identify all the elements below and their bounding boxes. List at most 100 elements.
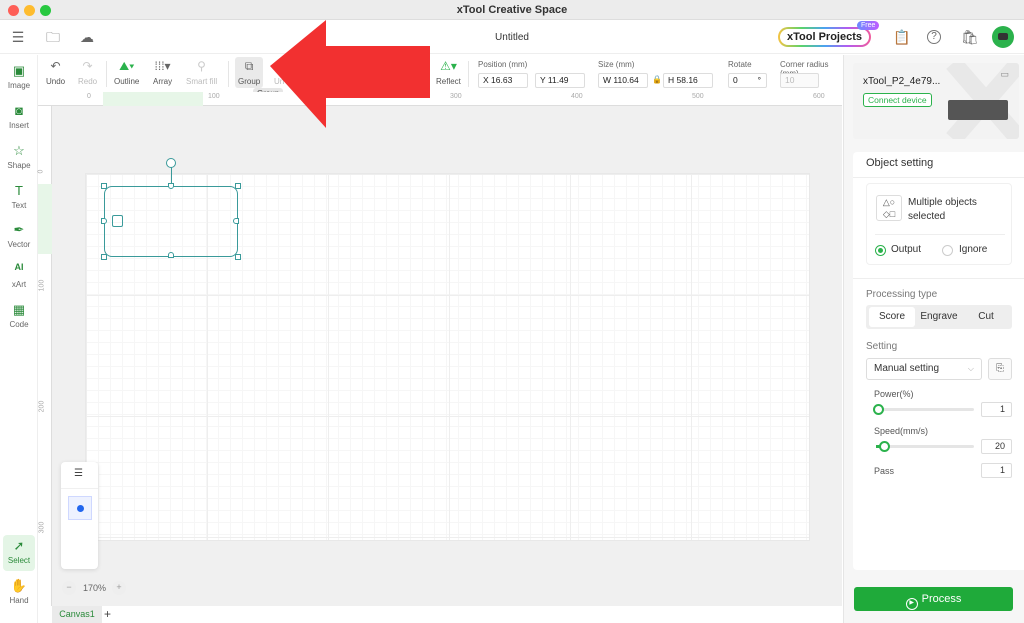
reflect-button[interactable]: ⚠▾ Reflect <box>436 59 461 86</box>
pass-input[interactable]: 1 <box>981 463 1012 478</box>
output-radio[interactable] <box>875 245 886 256</box>
folder-icon[interactable]: 🗀 <box>44 28 62 46</box>
divider <box>61 488 98 489</box>
laser-machine-image <box>948 100 1008 120</box>
shop-icon[interactable]: 🛍 <box>961 28 979 46</box>
reflect-icon: ⚠▾ <box>440 59 457 73</box>
device-settings-icon[interactable]: ▭ <box>1000 69 1009 80</box>
layer-thumbnail[interactable] <box>68 496 92 520</box>
title-bar: xTool Creative Space <box>0 0 1024 20</box>
tool-vector[interactable]: ✒ Vector <box>3 219 35 255</box>
resize-handle[interactable] <box>101 218 107 224</box>
selection-info-card: △○ ◇□ Multiple objects selected Output Ig… <box>866 183 1012 265</box>
zoom-in-button[interactable]: + <box>112 581 126 595</box>
tab-canvas1[interactable]: Canvas1 <box>52 606 102 623</box>
setting-label: Setting <box>866 341 898 352</box>
selected-object[interactable] <box>104 186 238 257</box>
multiple-shapes-icon: △○ ◇□ <box>876 195 902 221</box>
layers-panel: ☰ <box>61 462 98 569</box>
position-y-input[interactable]: Y 11.49 <box>535 73 585 88</box>
tool-insert[interactable]: ◙ Insert <box>3 100 35 136</box>
ruler-tick-label: 0 <box>87 93 91 100</box>
selection-status: Multiple objects selected <box>908 197 977 222</box>
app-title: xTool Creative Space <box>456 4 568 16</box>
clipboard-icon[interactable]: 📋 <box>893 28 911 46</box>
smart-fill-icon: ⚲ <box>197 59 206 73</box>
device-name: xTool_P2_4e79... <box>863 76 941 87</box>
layer-dot-icon <box>77 505 84 512</box>
outline-button[interactable]: ⛰▾ Outline <box>114 59 139 86</box>
help-icon[interactable]: ? <box>927 30 941 44</box>
speed-slider[interactable] <box>878 445 974 448</box>
zoom-control: − 170% + <box>62 580 126 596</box>
setting-select[interactable]: Manual setting ⌵ <box>866 358 982 380</box>
tool-hand[interactable]: ✋ Hand <box>3 575 35 611</box>
undo-button[interactable]: ↶ Undo <box>46 59 65 86</box>
processing-engrave-tab[interactable]: Engrave <box>915 307 963 327</box>
ai-icon: AI <box>14 262 24 272</box>
speed-input[interactable]: 20 <box>981 439 1012 454</box>
resize-handle[interactable] <box>233 218 239 224</box>
connect-device-button[interactable]: Connect device <box>863 93 932 107</box>
cursor-icon: ➚ <box>13 538 25 553</box>
text-icon: T <box>15 183 23 198</box>
barcode-icon: ▦ <box>12 302 26 317</box>
resize-handle[interactable] <box>235 183 241 189</box>
processing-cut-tab[interactable]: Cut <box>963 307 1009 327</box>
play-icon: ▶ <box>905 598 918 610</box>
power-input[interactable]: 1 <box>981 402 1012 417</box>
menu-settings-icon[interactable]: ☰ <box>9 28 27 46</box>
xtool-projects-button[interactable]: xTool Projects <box>778 27 871 47</box>
tool-text[interactable]: T Text <box>3 180 35 216</box>
outline-icon: ⛰▾ <box>119 59 135 73</box>
resize-handle[interactable] <box>235 254 241 260</box>
power-slider[interactable] <box>878 408 974 411</box>
corner-radius-handle[interactable] <box>112 215 123 227</box>
save-preset-button[interactable]: ⎘ <box>988 358 1012 380</box>
rotate-handle[interactable] <box>166 158 176 168</box>
array-button[interactable]: ⁞⁞⁞▾ Array <box>153 59 172 86</box>
hand-icon: ✋ <box>10 578 28 593</box>
smart-fill-button[interactable]: ⚲ Smart fill <box>186 59 217 86</box>
processing-score-tab[interactable]: Score <box>869 307 915 327</box>
avatar-robot-icon[interactable] <box>992 26 1014 48</box>
processing-type-label: Processing type <box>866 289 938 300</box>
process-button[interactable]: ▶ Process <box>854 587 1013 611</box>
pen-icon: ✒ <box>13 222 25 237</box>
speed-slider-thumb[interactable] <box>879 441 890 452</box>
resize-handle[interactable] <box>168 183 174 189</box>
redo-button[interactable]: ↷ Redo <box>78 59 97 86</box>
size-w-input[interactable]: W 110.64 <box>598 73 648 88</box>
speed-label: Speed(mm/s) <box>874 426 929 436</box>
size-label: Size (mm) <box>598 60 635 69</box>
resize-handle[interactable] <box>101 183 107 189</box>
zoom-out-button[interactable]: − <box>62 581 76 595</box>
edit-toolbar: ↶ Undo ↷ Redo ⛰▾ Outline ⁞⁞⁞▾ Array ⚲ Smart f… <box>38 55 842 92</box>
tool-xart[interactable]: AI xArt <box>3 259 35 295</box>
lock-ratio-icon[interactable]: 🔒 <box>652 75 662 84</box>
resize-handle[interactable] <box>101 254 107 260</box>
ruler-tick-label: 200 <box>38 400 46 413</box>
pass-label: Pass <box>874 466 895 476</box>
rotate-input[interactable]: 0 ° <box>728 73 767 88</box>
ruler-selection-highlight <box>38 184 52 254</box>
size-h-input[interactable]: H 58.16 <box>663 73 713 88</box>
cloud-icon[interactable]: ☁ <box>78 28 96 46</box>
corner-radius-input[interactable]: 10 <box>780 73 819 88</box>
group-button[interactable]: ⧉ Group <box>235 57 264 88</box>
tool-select[interactable]: ➚ Select <box>3 535 35 571</box>
resize-handle[interactable] <box>168 252 174 258</box>
free-badge: Free <box>857 21 880 30</box>
zoom-level: 170% <box>83 583 107 593</box>
tool-code[interactable]: ▦ Code <box>3 299 35 335</box>
add-canvas-button[interactable]: + <box>104 606 116 623</box>
ignore-radio[interactable] <box>942 245 953 256</box>
power-slider-thumb[interactable] <box>873 404 884 415</box>
device-card: xTool_P2_4e79... Connect device ▭ <box>853 63 1019 139</box>
tool-shape[interactable]: ☆ Shape <box>3 140 35 176</box>
layers-toggle-icon[interactable]: ☰ <box>74 468 83 479</box>
rotate-label: Rotate <box>728 60 752 69</box>
ignore-label: Ignore <box>959 244 988 255</box>
tool-image[interactable]: ▣ Image <box>3 60 35 96</box>
position-x-input[interactable]: X 16.63 <box>478 73 528 88</box>
